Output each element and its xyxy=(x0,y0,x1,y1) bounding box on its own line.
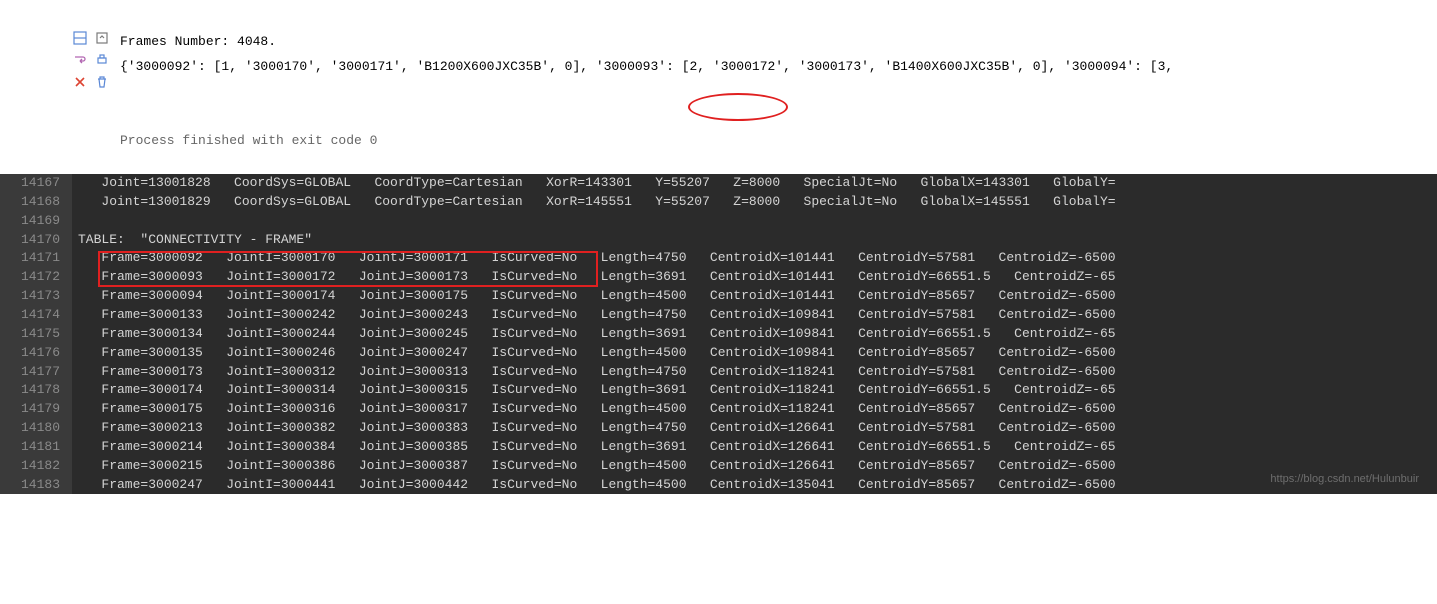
line-number: 14170 xyxy=(0,231,72,250)
line-number: 14183 xyxy=(0,476,72,495)
code-text: Frame=3000175 JointI=3000316 JointJ=3000… xyxy=(72,400,1437,419)
code-text: Frame=3000174 JointI=3000314 JointJ=3000… xyxy=(72,381,1437,400)
layout-icon[interactable] xyxy=(72,30,88,46)
code-text: Frame=3000093 JointI=3000172 JointJ=3000… xyxy=(72,268,1437,287)
line-number: 14169 xyxy=(0,212,72,231)
line-number: 14167 xyxy=(0,174,72,193)
code-text: TABLE: "CONNECTIVITY - FRAME" xyxy=(72,231,1437,250)
editor-line: 14182 Frame=3000215 JointI=3000386 Joint… xyxy=(0,457,1437,476)
editor-line: 14178 Frame=3000174 JointI=3000314 Joint… xyxy=(0,381,1437,400)
line-number: 14180 xyxy=(0,419,72,438)
code-text: Joint=13001828 CoordSys=GLOBAL CoordType… xyxy=(72,174,1437,193)
line-number: 14174 xyxy=(0,306,72,325)
line-number: 14182 xyxy=(0,457,72,476)
code-text: Frame=3000215 JointI=3000386 JointJ=3000… xyxy=(72,457,1437,476)
editor-line: 14183 Frame=3000247 JointI=3000441 Joint… xyxy=(0,476,1437,495)
editor-line: 14167 Joint=13001828 CoordSys=GLOBAL Coo… xyxy=(0,174,1437,193)
code-text: Frame=3000094 JointI=3000174 JointJ=3000… xyxy=(72,287,1437,306)
code-text: Frame=3000247 JointI=3000441 JointJ=3000… xyxy=(72,476,1437,495)
editor-line: 14173 Frame=3000094 JointI=3000174 Joint… xyxy=(0,287,1437,306)
console-gutter xyxy=(0,30,120,154)
close-icon[interactable] xyxy=(72,74,88,90)
export-icon[interactable] xyxy=(94,30,110,46)
editor-line: 14176 Frame=3000135 JointI=3000246 Joint… xyxy=(0,344,1437,363)
dict-output-line: {'3000092': [1, '3000170', '3000171', 'B… xyxy=(120,55,1437,80)
line-number: 14178 xyxy=(0,381,72,400)
console-panel: Frames Number: 4048. {'3000092': [1, '30… xyxy=(0,0,1437,174)
editor-line: 14181 Frame=3000214 JointI=3000384 Joint… xyxy=(0,438,1437,457)
code-text: Frame=3000133 JointI=3000242 JointJ=3000… xyxy=(72,306,1437,325)
line-number: 14179 xyxy=(0,400,72,419)
exit-code-line: Process finished with exit code 0 xyxy=(120,129,1437,154)
code-text: Frame=3000213 JointI=3000382 JointJ=3000… xyxy=(72,419,1437,438)
editor-line: 14175 Frame=3000134 JointI=3000244 Joint… xyxy=(0,325,1437,344)
editor-line: 14177 Frame=3000173 JointI=3000312 Joint… xyxy=(0,363,1437,382)
code-text: Frame=3000214 JointI=3000384 JointJ=3000… xyxy=(72,438,1437,457)
editor-line: 14169 xyxy=(0,212,1437,231)
editor-line: 14168 Joint=13001829 CoordSys=GLOBAL Coo… xyxy=(0,193,1437,212)
editor-line: 14170TABLE: "CONNECTIVITY - FRAME" xyxy=(0,231,1437,250)
code-text: Joint=13001829 CoordSys=GLOBAL CoordType… xyxy=(72,193,1437,212)
trash-icon[interactable] xyxy=(94,74,110,90)
line-number: 14175 xyxy=(0,325,72,344)
code-text: Frame=3000135 JointI=3000246 JointJ=3000… xyxy=(72,344,1437,363)
line-number: 14171 xyxy=(0,249,72,268)
wrap-icon[interactable] xyxy=(72,52,88,68)
line-number: 14172 xyxy=(0,268,72,287)
console-output[interactable]: Frames Number: 4048. {'3000092': [1, '30… xyxy=(120,30,1437,154)
frames-number-line: Frames Number: 4048. xyxy=(120,30,1437,55)
code-text xyxy=(72,212,1437,231)
line-number: 14176 xyxy=(0,344,72,363)
line-number: 14173 xyxy=(0,287,72,306)
editor-line: 14172 Frame=3000093 JointI=3000172 Joint… xyxy=(0,268,1437,287)
editor-line: 14171 Frame=3000092 JointI=3000170 Joint… xyxy=(0,249,1437,268)
print-icon[interactable] xyxy=(94,52,110,68)
line-number: 14168 xyxy=(0,193,72,212)
editor-line: 14179 Frame=3000175 JointI=3000316 Joint… xyxy=(0,400,1437,419)
editor-line: 14174 Frame=3000133 JointI=3000242 Joint… xyxy=(0,306,1437,325)
code-text: Frame=3000173 JointI=3000312 JointJ=3000… xyxy=(72,363,1437,382)
line-number: 14181 xyxy=(0,438,72,457)
code-text: Frame=3000092 JointI=3000170 JointJ=3000… xyxy=(72,249,1437,268)
watermark: https://blog.csdn.net/Hulunbuir xyxy=(1270,472,1419,488)
line-number: 14177 xyxy=(0,363,72,382)
editor-line: 14180 Frame=3000213 JointI=3000382 Joint… xyxy=(0,419,1437,438)
text-editor[interactable]: 14167 Joint=13001828 CoordSys=GLOBAL Coo… xyxy=(0,174,1437,494)
code-text: Frame=3000134 JointI=3000244 JointJ=3000… xyxy=(72,325,1437,344)
